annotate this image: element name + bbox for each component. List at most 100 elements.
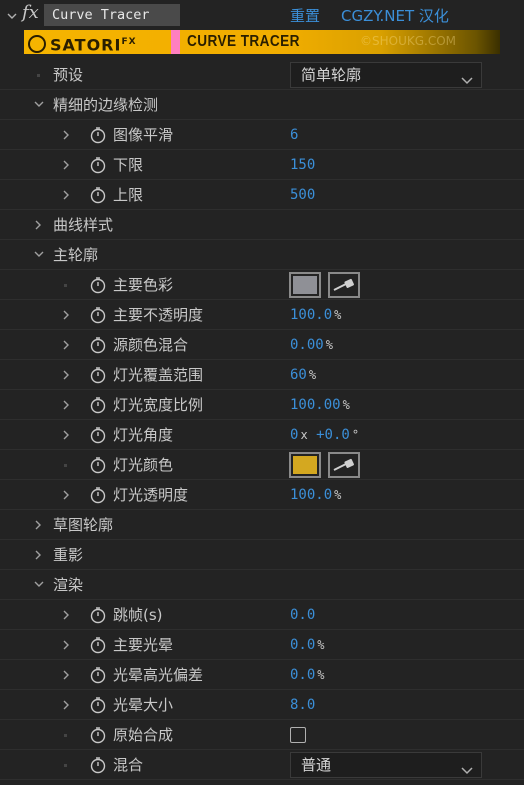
row-indent-dot [64,734,67,737]
param-label: 灯光宽度比例 [113,396,204,414]
angle-turns[interactable]: 0 [290,427,298,443]
expand-chevron-icon[interactable] [34,250,44,258]
twirl-chevron-icon[interactable] [62,190,70,200]
chevron-down-icon [461,71,473,89]
group-curve-style[interactable]: 曲线样式 [0,210,524,240]
stopwatch-icon[interactable] [89,486,107,504]
param-label: 图像平滑 [113,126,174,144]
param-value[interactable]: 0.0 [290,600,315,630]
expand-chevron-icon[interactable] [34,580,44,588]
credit-link[interactable]: CGZY.NET 汉化 [341,6,449,26]
param-blend: 混合 普通 [0,750,524,780]
param-image-smooth: 图像平滑 6 [0,120,524,150]
twirl-chevron-icon[interactable] [34,520,42,530]
param-label: 灯光角度 [113,426,174,444]
stopwatch-icon[interactable] [89,726,107,744]
param-value[interactable]: 500 [290,180,315,210]
param-light-color: 灯光颜色 [0,450,524,480]
reset-link[interactable]: 重置 [290,6,320,26]
stopwatch-icon[interactable] [89,156,107,174]
twirl-chevron-icon[interactable] [62,130,70,140]
stopwatch-icon[interactable] [89,336,107,354]
original-comp-checkbox[interactable] [290,727,306,743]
angle-degrees[interactable]: +0.0 [316,427,350,443]
color-swatch[interactable] [289,452,321,478]
param-light-angle: 灯光角度 0x +0.0 ° [0,420,524,450]
twirl-chevron-icon[interactable] [34,550,42,560]
twirl-chevron-icon[interactable] [34,220,42,230]
param-value[interactable]: 60% [290,360,316,390]
twirl-chevron-icon[interactable] [62,610,70,620]
param-original-comp: 原始合成 [0,720,524,750]
twirl-chevron-icon[interactable] [62,670,70,680]
twirl-chevron-icon[interactable] [62,340,70,350]
angle-value[interactable]: 0x +0.0 ° [290,420,359,450]
param-label: 源颜色混合 [113,336,189,354]
param-source-blend: 源颜色混合 0.00% [0,330,524,360]
eyedropper-icon [330,278,358,300]
twirl-chevron-icon[interactable] [62,430,70,440]
twirl-chevron-icon[interactable] [62,640,70,650]
color-swatch[interactable] [289,272,321,298]
param-value[interactable]: 6 [290,120,298,150]
twirl-chevron-icon[interactable] [62,400,70,410]
group-label: 精细的边缘检测 [53,96,159,114]
preset-dropdown-value: 简单轮廓 [301,66,362,84]
twirl-chevron-icon[interactable] [62,370,70,380]
stopwatch-icon[interactable] [89,456,107,474]
group-label: 草图轮廓 [53,516,114,534]
stopwatch-icon[interactable] [89,126,107,144]
group-sketch-outline[interactable]: 草图轮廓 [0,510,524,540]
param-label: 光晕高光偏差 [113,666,204,684]
stopwatch-icon[interactable] [89,756,107,774]
group-render[interactable]: 渲染 [0,570,524,600]
param-skip-frames: 跳帧(s) 0.0 [0,600,524,630]
plugin-banner: SATORIFX CURVE TRACER ©SHOUKG.COM [24,30,500,54]
stopwatch-icon[interactable] [89,636,107,654]
group-label: 重影 [53,546,84,564]
param-glow-size: 光晕大小 8.0 [0,690,524,720]
param-value[interactable]: 0.0% [290,630,325,660]
preset-dropdown[interactable]: 简单轮廓 [290,62,482,88]
param-value[interactable]: 8.0 [290,690,315,720]
stopwatch-icon[interactable] [89,276,107,294]
param-label: 主要不透明度 [113,306,204,324]
stopwatch-icon[interactable] [89,696,107,714]
param-value[interactable]: 100.00% [290,390,350,420]
effect-header: fx Curve Tracer 重置 CGZY.NET 汉化 [0,0,524,30]
twirl-chevron-icon[interactable] [62,700,70,710]
param-value[interactable]: 0.0% [290,660,325,690]
blend-dropdown[interactable]: 普通 [290,752,482,778]
param-value[interactable]: 0.00% [290,330,333,360]
stopwatch-icon[interactable] [89,606,107,624]
stopwatch-icon[interactable] [89,666,107,684]
eyedropper-button[interactable] [328,272,360,298]
stopwatch-icon[interactable] [89,396,107,414]
stopwatch-icon[interactable] [89,306,107,324]
group-shadow[interactable]: 重影 [0,540,524,570]
param-label: 光晕大小 [113,696,174,714]
stopwatch-icon[interactable] [89,186,107,204]
fx-toggle-icon[interactable]: fx [22,2,39,23]
effect-name[interactable]: Curve Tracer [44,4,180,26]
row-indent-dot [64,464,67,467]
eyedropper-icon [330,458,358,480]
banner-stripe [171,30,180,54]
param-light-opacity: 灯光透明度 100.0% [0,480,524,510]
preset-label: 预设 [53,66,84,84]
stopwatch-icon[interactable] [89,426,107,444]
eyedropper-button[interactable] [328,452,360,478]
blend-dropdown-value: 普通 [301,756,332,774]
group-main-outline[interactable]: 主轮廓 [0,240,524,270]
param-value[interactable]: 100.0% [290,300,341,330]
param-value[interactable]: 150 [290,150,315,180]
twirl-chevron-icon[interactable] [62,160,70,170]
twirl-chevron-icon[interactable] [62,310,70,320]
twirl-chevron-icon[interactable] [62,490,70,500]
param-value[interactable]: 100.0% [290,480,341,510]
stopwatch-icon[interactable] [89,366,107,384]
expand-chevron-icon[interactable] [34,100,44,108]
group-fine-edge[interactable]: 精细的边缘检测 [0,90,524,120]
collapse-chevron-icon[interactable] [6,8,18,20]
param-label: 下限 [113,156,144,174]
